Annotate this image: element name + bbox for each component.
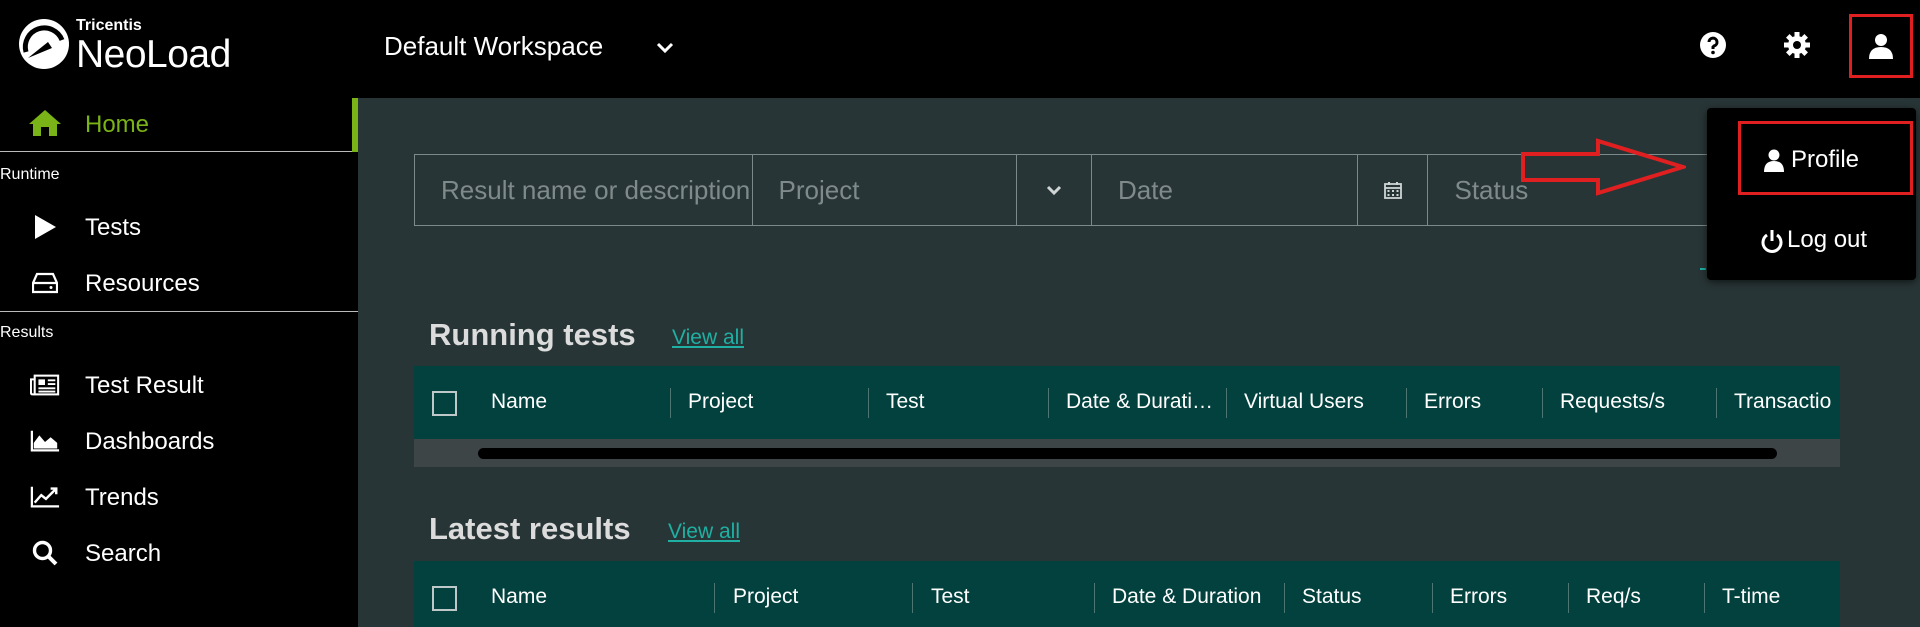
date-placeholder: Date xyxy=(1117,174,1173,205)
column-header-req-s[interactable]: Req/s xyxy=(1586,585,1641,609)
neoload-logo-icon xyxy=(19,19,69,69)
column-divider xyxy=(1704,583,1705,613)
user-icon xyxy=(1764,149,1784,172)
sidebar-item-trends[interactable]: Trends xyxy=(0,474,358,520)
date-picker-button[interactable] xyxy=(1358,155,1429,225)
advanced-search-link[interactable] xyxy=(1700,248,1706,272)
workspace-name: Default Workspace xyxy=(384,30,604,61)
user-icon xyxy=(1869,34,1893,59)
column-header-project[interactable]: Project xyxy=(733,585,798,609)
profile-label: Profile xyxy=(1791,146,1860,173)
column-divider xyxy=(1048,388,1049,418)
help-icon xyxy=(1700,32,1726,58)
user-menu-button[interactable] xyxy=(1849,14,1913,78)
power-icon xyxy=(1761,230,1783,253)
search-icon xyxy=(30,539,60,567)
column-divider xyxy=(1406,388,1407,418)
column-header-name[interactable]: Name xyxy=(491,585,547,609)
project-select[interactable]: Project xyxy=(753,155,1018,225)
column-header-project[interactable]: Project xyxy=(688,390,753,414)
project-placeholder: Project xyxy=(778,174,860,205)
sidebar-divider xyxy=(0,311,358,312)
column-divider xyxy=(1432,583,1433,613)
sidebar-item-label: Tests xyxy=(85,214,142,241)
logout-label: Log out xyxy=(1787,226,1868,253)
home-icon xyxy=(29,110,61,136)
sidebar-item-dashboards[interactable]: Dashboards xyxy=(0,418,358,464)
newspaper-icon xyxy=(30,371,60,399)
column-header-t-time[interactable]: T-time xyxy=(1722,585,1780,609)
column-header-status[interactable]: Status xyxy=(1302,585,1362,609)
column-header-test[interactable]: Test xyxy=(886,390,925,414)
select-all-checkbox[interactable] xyxy=(432,586,457,611)
sidebar-item-label: Trends xyxy=(85,484,159,511)
user-dropdown-menu: Profile Log out xyxy=(1707,108,1916,280)
red-arrow-annotation xyxy=(1521,138,1686,196)
section-label-results: Results xyxy=(0,324,54,341)
column-header-test[interactable]: Test xyxy=(931,585,970,609)
column-header-errors[interactable]: Errors xyxy=(1450,585,1507,609)
column-header-errors[interactable]: Errors xyxy=(1424,390,1481,414)
column-divider xyxy=(1094,583,1095,613)
area-chart-icon xyxy=(30,427,60,455)
status-placeholder: Status xyxy=(1454,174,1529,205)
sidebar-item-home[interactable]: Home xyxy=(0,98,358,152)
chevron-down-icon xyxy=(1046,185,1062,196)
scrollbar-thumb[interactable] xyxy=(478,448,1777,459)
running-tests-table-header: Name Project Test Date & Durati… Virtual… xyxy=(414,366,1840,439)
latest-results-table-header: Name Project Test Date & Duration Status… xyxy=(414,561,1840,627)
section-label-runtime: Runtime xyxy=(0,166,60,183)
result-name-placeholder: Result name or description xyxy=(441,174,751,205)
sidebar: Home Runtime Tests Resources Results Tes… xyxy=(0,98,358,627)
workspace-selector[interactable]: Default Workspace xyxy=(384,28,684,64)
sidebar-item-tests[interactable]: Tests xyxy=(0,204,358,250)
date-input[interactable]: Date xyxy=(1092,155,1358,225)
latest-results-title: Latest results xyxy=(429,511,631,546)
column-divider xyxy=(912,583,913,613)
logout-menu-item[interactable]: Log out xyxy=(1707,204,1916,274)
column-header-date-duration[interactable]: Date & Durati… xyxy=(1066,390,1213,414)
chevron-down-icon xyxy=(656,42,674,54)
running-tests-view-all-link[interactable]: View all xyxy=(672,326,744,350)
column-header-virtual-users[interactable]: Virtual Users xyxy=(1244,390,1364,414)
column-divider xyxy=(868,388,869,418)
profile-menu-item[interactable]: Profile xyxy=(1738,121,1913,195)
server-icon xyxy=(30,269,60,297)
sidebar-item-test-result[interactable]: Test Result xyxy=(0,362,358,408)
running-tests-title: Running tests xyxy=(429,317,636,352)
column-header-date-duration[interactable]: Date & Duration xyxy=(1112,585,1261,609)
sidebar-item-label: Search xyxy=(85,540,162,567)
top-bar: Tricentis NeoLoad Default Workspace xyxy=(0,0,1920,98)
column-header-name[interactable]: Name xyxy=(491,390,547,414)
column-divider xyxy=(1716,388,1717,418)
settings-button[interactable] xyxy=(1774,22,1820,68)
sidebar-item-label: Home xyxy=(85,111,150,138)
sidebar-item-label: Dashboards xyxy=(85,428,215,455)
column-divider xyxy=(1226,388,1227,418)
help-button[interactable] xyxy=(1690,22,1736,68)
calendar-icon xyxy=(1383,182,1402,199)
horizontal-scrollbar[interactable] xyxy=(414,439,1840,467)
neoload-logo[interactable]: Tricentis NeoLoad xyxy=(18,16,248,76)
latest-results-view-all-link[interactable]: View all xyxy=(668,520,740,544)
sidebar-item-resources[interactable]: Resources xyxy=(0,260,358,306)
select-all-checkbox[interactable] xyxy=(432,391,457,416)
play-icon xyxy=(30,213,60,241)
gear-icon xyxy=(1784,32,1810,58)
sidebar-item-label: Resources xyxy=(85,270,200,297)
column-header-requests[interactable]: Requests/s xyxy=(1560,390,1665,414)
brand-product: NeoLoad xyxy=(76,33,231,76)
project-dropdown-button[interactable] xyxy=(1017,155,1092,225)
line-chart-icon xyxy=(30,483,60,511)
column-divider xyxy=(1568,583,1569,613)
column-divider xyxy=(670,388,671,418)
sidebar-item-search[interactable]: Search xyxy=(0,530,358,576)
column-divider xyxy=(1542,388,1543,418)
column-divider xyxy=(1284,583,1285,613)
result-name-input[interactable]: Result name or description xyxy=(415,155,753,225)
sidebar-item-label: Test Result xyxy=(85,372,204,399)
column-header-transactions[interactable]: Transactio xyxy=(1734,390,1831,414)
column-divider xyxy=(714,583,715,613)
